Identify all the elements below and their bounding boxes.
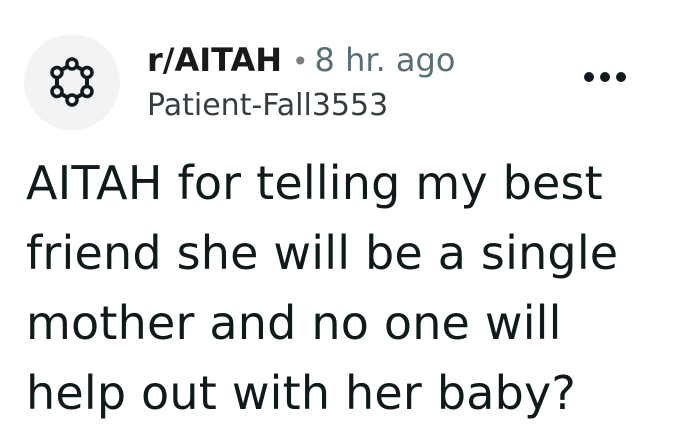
subreddit-avatar[interactable] xyxy=(24,34,120,130)
meta-separator: • xyxy=(292,45,309,78)
post-meta: r/AITAH • 8 hr. ago Patient-Fall3553 xyxy=(147,38,455,126)
post-title[interactable]: AITAH for telling my best friend she wil… xyxy=(26,148,666,428)
subreddit-link[interactable]: r/AITAH xyxy=(147,41,282,79)
post-time: 8 hr. ago xyxy=(314,41,456,79)
author-link[interactable]: Patient-Fall3553 xyxy=(147,86,455,126)
more-options-button[interactable] xyxy=(573,53,637,101)
post-header: r/AITAH • 8 hr. ago Patient-Fall3553 xyxy=(24,34,656,130)
meta-line: r/AITAH • 8 hr. ago xyxy=(147,38,455,82)
more-options-icon xyxy=(584,72,626,82)
community-icon xyxy=(50,57,94,107)
